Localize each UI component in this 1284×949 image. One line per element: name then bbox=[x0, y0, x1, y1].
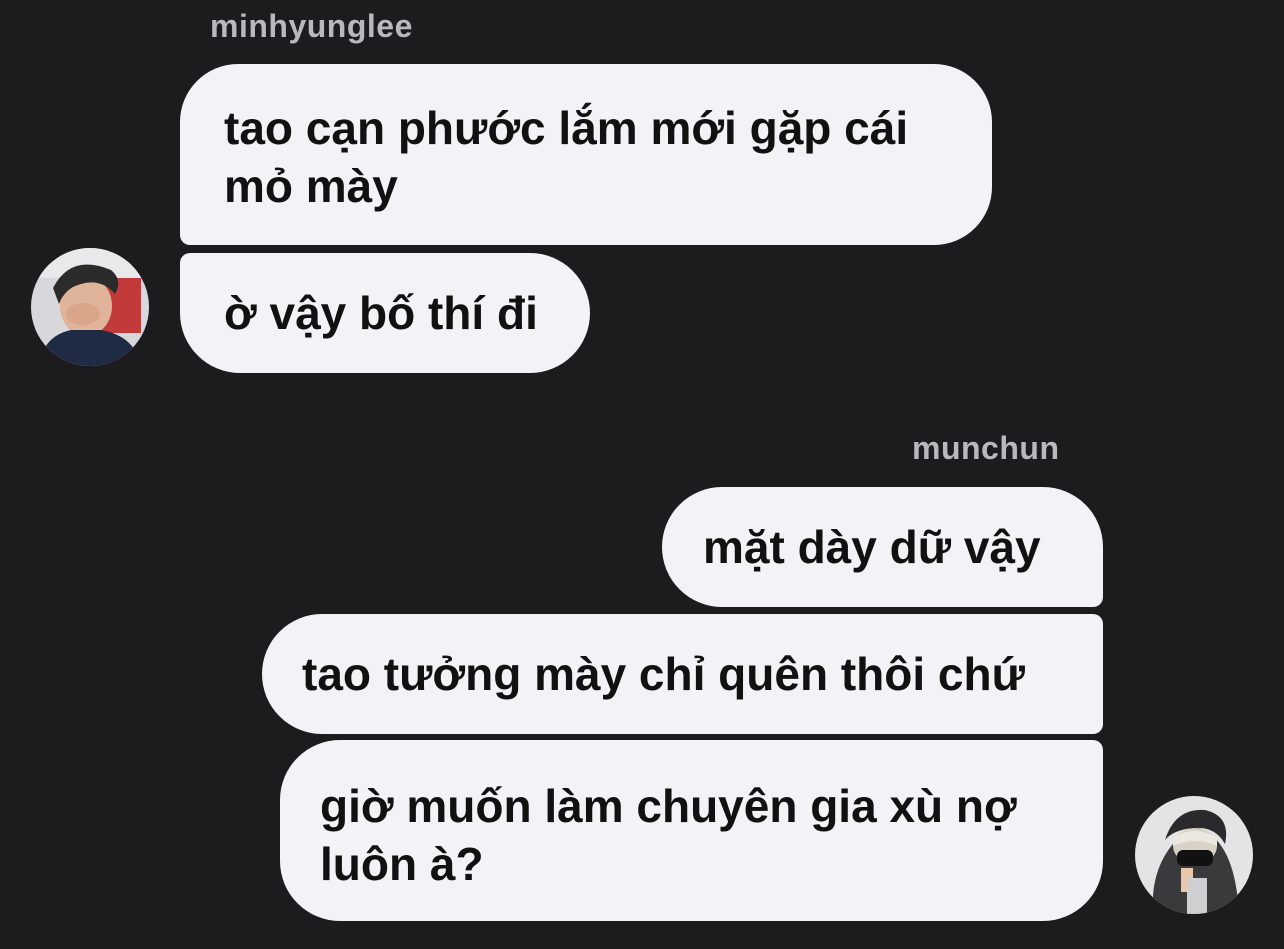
message-line: tao cạn phước lắm mới gặp cái bbox=[224, 102, 909, 154]
message-bubble-outgoing-3[interactable]: giờ muốn làm chuyên gia xù nợ luôn à? bbox=[280, 740, 1103, 921]
sender-name-incoming: minhyunglee bbox=[210, 8, 413, 44]
avatar-munchun[interactable] bbox=[1135, 796, 1253, 914]
message-line: ờ vậy bố thí đi bbox=[224, 287, 538, 339]
message-line: tao tưởng mày chỉ quên thôi chứ bbox=[302, 648, 1025, 700]
message-bubble-outgoing-2[interactable]: tao tưởng mày chỉ quên thôi chứ bbox=[262, 614, 1103, 734]
avatar-minhyunglee[interactable] bbox=[31, 248, 149, 366]
message-bubble-incoming-1[interactable]: tao cạn phước lắm mới gặp cái mỏ mày bbox=[180, 64, 992, 245]
user-avatar-photo-icon bbox=[31, 248, 149, 366]
user-avatar-photo-icon bbox=[1135, 796, 1253, 914]
message-bubble-incoming-2[interactable]: ờ vậy bố thí đi bbox=[180, 253, 590, 373]
sender-name-outgoing: munchun bbox=[912, 430, 1060, 466]
message-line: mặt dày dữ vậy bbox=[703, 521, 1041, 573]
message-line: luôn à? bbox=[320, 838, 484, 890]
message-line: mỏ mày bbox=[224, 160, 398, 212]
message-bubble-outgoing-1[interactable]: mặt dày dữ vậy bbox=[662, 487, 1103, 607]
message-line: giờ muốn làm chuyên gia xù nợ bbox=[320, 780, 1017, 832]
